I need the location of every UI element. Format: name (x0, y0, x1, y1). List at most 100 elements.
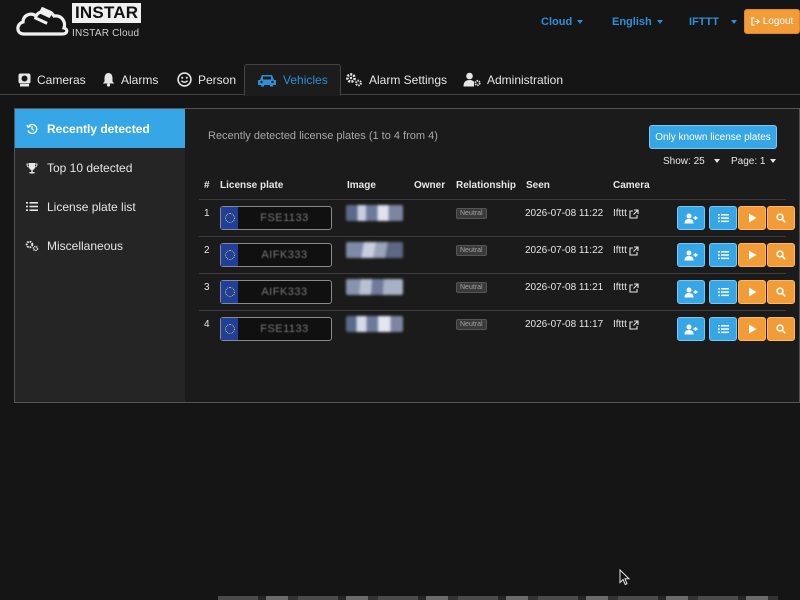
license-plate-text: FSE1133 (260, 323, 309, 335)
seen-timestamp: 2026-07-08 11:17 (525, 319, 604, 330)
add-owner-button[interactable] (677, 280, 705, 304)
vehicle-image-thumbnail[interactable] (346, 242, 403, 258)
cloud-dropdown[interactable]: Cloud (541, 16, 584, 28)
play-video-button[interactable] (738, 280, 766, 304)
play-video-button[interactable] (738, 206, 766, 230)
logout-button[interactable]: Logout (744, 9, 800, 34)
camera-link[interactable]: Ifttt (613, 319, 639, 330)
sidebar-item-miscellaneous[interactable]: Miscellaneous (15, 226, 185, 265)
license-plate: FSE1133 (220, 317, 332, 341)
license-plate-text: AIFK333 (261, 286, 308, 298)
sidebar-item-label: License plate list (47, 199, 136, 214)
ifttt-dropdown-label: IFTTT (689, 16, 719, 28)
license-plate: FSE1133 (220, 206, 332, 230)
tab-person[interactable]: Person (177, 64, 236, 95)
license-plate: AIFK333 (220, 280, 332, 304)
tab-alarm-settings[interactable]: Alarm Settings (345, 64, 447, 95)
vehicle-image-thumbnail[interactable] (346, 205, 403, 221)
chevron-down-icon (730, 20, 737, 25)
tab-administration[interactable]: Administration (463, 64, 563, 95)
cloud-dropdown-label: Cloud (541, 16, 573, 28)
play-video-button[interactable] (738, 243, 766, 267)
sidebar-item-recently-detected[interactable]: Recently detected (15, 109, 185, 148)
show-count-label: Show: 25 (663, 156, 705, 167)
ifttt-dropdown[interactable]: IFTTT (689, 16, 737, 28)
table-row: 3 AIFK333 Neutral 2026-07-08 11:21 Ifttt (199, 273, 795, 310)
list-icon (26, 202, 38, 211)
column-header-camera: Camera (613, 180, 650, 191)
sidebar-item-label: Miscellaneous (47, 238, 124, 253)
main-content: Recently detected license plates (1 to 4… (185, 109, 799, 402)
details-list-button[interactable] (709, 243, 737, 267)
seen-timestamp: 2026-07-08 11:21 (525, 282, 604, 293)
bell-icon (102, 73, 115, 87)
details-list-button[interactable] (709, 280, 737, 304)
details-list-button[interactable] (709, 317, 737, 341)
play-icon (748, 250, 756, 260)
external-link-icon (629, 245, 639, 256)
vehicles-panel: Recently detected Top 10 detected Licens… (14, 108, 800, 403)
row-number: 2 (204, 245, 210, 256)
brand-subtitle: INSTAR Cloud (72, 28, 140, 39)
table-row: 4 FSE1133 Neutral 2026-07-08 11:17 Ifttt (199, 310, 795, 347)
camera-name: Ifttt (613, 282, 627, 293)
details-list-button[interactable] (709, 206, 737, 230)
camera-link[interactable]: Ifttt (613, 208, 639, 219)
tab-cameras[interactable]: Cameras (18, 64, 86, 95)
search-button[interactable] (767, 206, 795, 230)
only-known-plates-button[interactable]: Only known license plates (649, 125, 777, 149)
search-button[interactable] (767, 280, 795, 304)
instar-logo (16, 7, 69, 36)
play-video-button[interactable] (738, 317, 766, 341)
external-link-icon (629, 282, 639, 293)
table-row: 1 FSE1133 Neutral 2026-07-08 11:22 Ifttt (199, 199, 795, 236)
add-owner-button[interactable] (677, 243, 705, 267)
eu-flag-icon (221, 207, 238, 229)
external-link-icon (629, 319, 639, 330)
list-icon (717, 214, 729, 223)
eu-flag-icon (221, 244, 238, 266)
search-button[interactable] (767, 243, 795, 267)
search-button[interactable] (767, 317, 795, 341)
list-icon (717, 325, 729, 334)
column-header-image: Image (347, 180, 376, 191)
column-header-relationship: Relationship (456, 180, 517, 191)
sidebar-item-license-plate-list[interactable]: License plate list (15, 187, 185, 226)
logout-label: Logout (762, 16, 794, 27)
mouse-cursor-icon (619, 569, 631, 586)
vehicle-image-thumbnail[interactable] (346, 316, 403, 332)
camera-name: Ifttt (613, 208, 627, 219)
language-dropdown[interactable]: English (612, 16, 663, 28)
table-row: 2 AIFK333 Neutral 2026-07-08 11:22 Ifttt (199, 236, 795, 273)
seen-timestamp: 2026-07-08 11:22 (525, 245, 604, 256)
eu-flag-icon (221, 281, 238, 303)
camera-link[interactable]: Ifttt (613, 245, 639, 256)
vehicle-image-thumbnail[interactable] (346, 279, 403, 295)
show-count-dropdown[interactable]: Show: 25 (663, 156, 720, 167)
gears-icon (346, 73, 362, 87)
seen-timestamp: 2026-07-08 11:22 (525, 208, 604, 219)
tab-alarms[interactable]: Alarms (102, 64, 158, 95)
add-owner-button[interactable] (677, 206, 705, 230)
tab-vehicles[interactable]: Vehicles (244, 64, 341, 96)
top-bar: INSTAR INSTAR Cloud Cloud English IFTTT … (0, 0, 800, 62)
tab-alarm-settings-label: Alarm Settings (369, 72, 448, 87)
user-plus-icon (684, 324, 698, 334)
search-icon (776, 324, 786, 334)
list-icon (717, 288, 729, 297)
sidebar-item-label: Top 10 detected (47, 160, 133, 175)
trophy-icon (26, 162, 38, 173)
add-owner-button[interactable] (677, 317, 705, 341)
chevron-down-icon (713, 159, 720, 164)
sidebar-item-top-10[interactable]: Top 10 detected (15, 148, 185, 187)
search-icon (776, 287, 786, 297)
brand: INSTAR INSTAR Cloud (72, 3, 142, 39)
list-icon (717, 251, 729, 260)
sidebar: Recently detected Top 10 detected Licens… (15, 109, 185, 402)
gears-icon (25, 240, 39, 251)
page-dropdown[interactable]: Page: 1 (731, 156, 777, 167)
smiley-icon (177, 72, 192, 87)
column-header-owner: Owner (414, 180, 446, 191)
car-icon (258, 75, 276, 87)
camera-link[interactable]: Ifttt (613, 282, 639, 293)
